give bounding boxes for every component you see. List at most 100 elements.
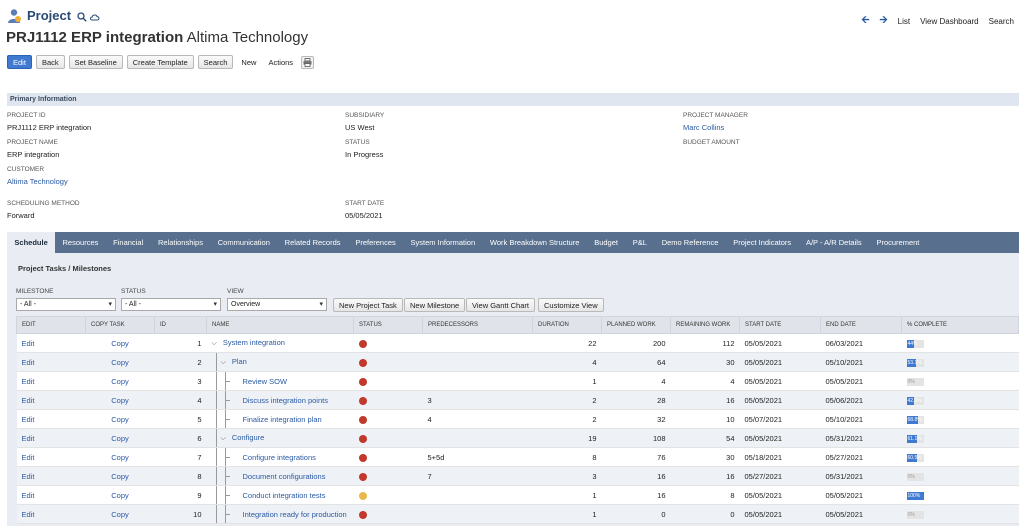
copy-task-link[interactable]: Copy [85, 447, 155, 467]
create-template-button[interactable]: Create Template [126, 55, 194, 69]
edit-link[interactable]: Edit [16, 485, 86, 505]
new-project-task-button[interactable]: New Project Task [333, 298, 403, 312]
planned-work: 16 [601, 485, 671, 505]
copy-task-link[interactable]: Copy [85, 390, 155, 410]
task-id: 10 [154, 504, 207, 524]
column-header[interactable]: End Date [820, 316, 902, 334]
task-name-link[interactable]: Conduct integration tests [243, 491, 326, 500]
task-name-link[interactable]: Document configurations [243, 472, 326, 481]
budget-amount-field: Budget Amount [683, 139, 740, 146]
chevron-down-icon[interactable]: ⌵ [221, 435, 226, 443]
edit-button[interactable]: Edit [7, 55, 32, 69]
search-icon[interactable] [77, 12, 87, 22]
tab-a-p-a-r-details[interactable]: A/P - A/R Details [799, 232, 870, 253]
tab-work-breakdown-structure[interactable]: Work Breakdown Structure [483, 232, 587, 253]
start-date: 05/07/2021 [739, 409, 821, 429]
copy-task-link[interactable]: Copy [85, 371, 155, 391]
copy-task-link[interactable]: Copy [85, 333, 155, 353]
task-name-link[interactable]: Discuss integration points [243, 396, 328, 405]
copy-task-link[interactable]: Copy [85, 428, 155, 448]
edit-link[interactable]: Edit [16, 409, 86, 429]
table-row: Edit Copy 7 Configure integrations 5+5d 8 76 30… [16, 447, 1019, 467]
tab-p-l[interactable]: P&L [625, 232, 654, 253]
remaining-work: 16 [670, 466, 740, 486]
scheduling-method-field: Scheduling Method Forward [7, 200, 80, 220]
customize-view-button[interactable]: Customize View [538, 298, 604, 312]
new-milestone-button[interactable]: New Milestone [404, 298, 466, 312]
column-header[interactable]: Start Date [739, 316, 821, 334]
tab-related-records[interactable]: Related Records [277, 232, 348, 253]
status-filter-select[interactable]: - All - ▾ [121, 298, 221, 311]
column-header[interactable]: % Complete [901, 316, 1019, 334]
edit-link[interactable]: Edit [16, 504, 86, 524]
column-header[interactable]: Duration [532, 316, 602, 334]
predecessors: 3 [422, 390, 533, 410]
task-name-link[interactable]: Plan [232, 357, 247, 366]
copy-task-link[interactable]: Copy [85, 504, 155, 524]
task-name-link[interactable]: Integration ready for production [243, 510, 347, 519]
column-header[interactable]: Predecessors [422, 316, 533, 334]
edit-link[interactable]: Edit [16, 447, 86, 467]
edit-link[interactable]: Edit [16, 428, 86, 448]
column-header[interactable]: Status [353, 316, 423, 334]
field-label: Start Date [345, 200, 385, 207]
column-header[interactable]: Name [206, 316, 354, 334]
copy-task-link[interactable]: Copy [85, 352, 155, 372]
task-id: 3 [154, 371, 207, 391]
forward-arrow-icon[interactable]: 🡪 [880, 13, 888, 30]
tab-communication[interactable]: Communication [210, 232, 277, 253]
tab-project-indicators[interactable]: Project Indicators [726, 232, 799, 253]
task-name-link[interactable]: Review SOW [243, 377, 288, 386]
column-header[interactable]: Copy Task [85, 316, 155, 334]
edit-link[interactable]: Edit [16, 466, 86, 486]
task-name-link[interactable]: Configure integrations [243, 453, 316, 462]
edit-link[interactable]: Edit [16, 352, 86, 372]
field-label: Budget Amount [683, 139, 740, 146]
tab-relationships[interactable]: Relationships [151, 232, 211, 253]
chevron-down-icon[interactable]: ⌵ [221, 359, 226, 367]
column-header[interactable]: Edit [16, 316, 86, 334]
milestone-filter-select[interactable]: - All - ▾ [16, 298, 116, 311]
tab-demo-reference[interactable]: Demo Reference [654, 232, 725, 253]
print-button[interactable] [301, 55, 315, 69]
edit-link[interactable]: Edit [16, 333, 86, 353]
progress-bar: 68.8% [906, 415, 924, 424]
tab-procurement[interactable]: Procurement [869, 232, 927, 253]
back-button[interactable]: Back [35, 55, 65, 69]
back-arrow-icon[interactable]: 🡨 [861, 13, 869, 30]
start-date-field: Start Date 05/05/2021 [345, 200, 384, 220]
new-menu[interactable]: New [237, 55, 260, 69]
task-name-link[interactable]: Configure [232, 433, 265, 442]
global-search-link[interactable]: Search [989, 17, 1014, 26]
progress-label: 0% [907, 473, 915, 480]
task-name-link[interactable]: System integration [223, 338, 285, 347]
view-gantt-chart-button[interactable]: View Gantt Chart [466, 298, 535, 312]
tab-schedule[interactable]: Schedule [7, 232, 56, 253]
chevron-down-icon[interactable]: ⌵ [212, 340, 217, 348]
actions-menu[interactable]: Actions [264, 55, 297, 69]
view-filter-select[interactable]: Overview ▾ [227, 298, 327, 311]
view-dashboard-link[interactable]: View Dashboard [920, 17, 979, 26]
search-button[interactable]: Search [197, 55, 234, 69]
tab-resources[interactable]: Resources [55, 232, 106, 253]
list-link[interactable]: List [898, 17, 910, 26]
tab-preferences[interactable]: Preferences [348, 232, 403, 253]
column-header[interactable]: Planned Work [601, 316, 671, 334]
manager-link[interactable]: Marc Collins [683, 123, 748, 132]
column-header[interactable]: ID [154, 316, 207, 334]
customer-link[interactable]: Altima Technology [7, 177, 68, 186]
status-cell [353, 428, 423, 448]
cloud-icon[interactable] [90, 12, 100, 22]
tab-financial[interactable]: Financial [106, 232, 151, 253]
copy-task-link[interactable]: Copy [85, 485, 155, 505]
column-header[interactable]: Remaining Work [670, 316, 740, 334]
tab-system-information[interactable]: System Information [403, 232, 482, 253]
tab-budget[interactable]: Budget [587, 232, 626, 253]
edit-link[interactable]: Edit [16, 371, 86, 391]
copy-task-link[interactable]: Copy [85, 409, 155, 429]
edit-link[interactable]: Edit [16, 390, 86, 410]
copy-task-link[interactable]: Copy [85, 466, 155, 486]
predecessors [422, 504, 533, 524]
task-name-link[interactable]: Finalize integration plan [243, 415, 322, 424]
set-baseline-button[interactable]: Set Baseline [68, 55, 123, 69]
